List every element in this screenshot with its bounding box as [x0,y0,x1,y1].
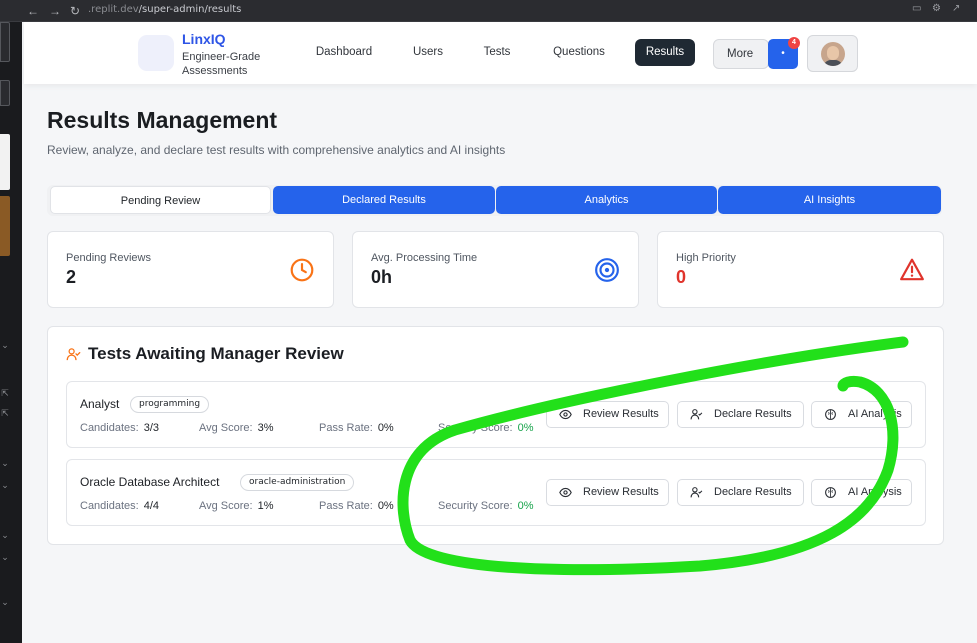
stat-value: 2 [66,267,77,287]
brain-icon [825,487,836,498]
nav-users[interactable]: Users [402,39,454,66]
stat-value: 0h [371,267,393,287]
declare-results-button[interactable]: Declare Results [677,479,804,506]
stat-card-avg-processing-time: Avg. Processing Time 0h [352,231,639,308]
tools-icon[interactable]: ⚙ [932,3,941,14]
alert-triangle-icon [900,258,924,281]
tab-pending-review[interactable]: Pending Review [50,186,271,214]
rail-panel [0,196,10,256]
candidates-metric: Candidates: 4/4 [80,500,160,512]
logo-icon[interactable] [138,35,174,71]
button-label: Declare Results [714,486,792,498]
link-icon[interactable]: ⇱ [0,408,10,419]
panel-title: Tests Awaiting Manager Review [88,344,344,363]
avg-score-metric: Avg Score: 1% [199,500,274,512]
candidates-metric: Candidates: 3/3 [80,422,160,434]
url-path: /super-admin/results [138,4,242,15]
stat-label: High Priority [676,252,736,264]
ai-analysis-button[interactable]: AI Analysis [811,479,912,506]
security-score-metric: Security Score: 0% [438,422,534,434]
forward-icon[interactable]: → [48,3,62,19]
clock-icon [290,258,314,282]
awaiting-review-panel: Tests Awaiting Manager Review Analyst pr… [47,326,944,545]
button-label: Review Results [583,408,659,420]
user-check-icon [690,487,703,498]
review-results-button[interactable]: Review Results [546,479,669,506]
results-tabs: Pending Review Declared Results Analytic… [47,185,942,216]
address-bar[interactable]: .replit.dev/super-admin/results [88,3,241,17]
pass-rate-metric: Pass Rate: 0% [319,422,394,434]
more-menu-button[interactable]: More [713,39,769,69]
avg-score-metric: Avg Score: 3% [199,422,274,434]
chevron-down-icon[interactable]: ⌄ [0,530,10,541]
rail-panel [0,22,10,62]
chevron-down-icon[interactable]: ⌄ [0,340,10,351]
tab-declared-results[interactable]: Declared Results [273,186,495,214]
brand-name[interactable]: LinxIQ [182,31,226,47]
review-results-button[interactable]: Review Results [546,401,669,428]
tab-analytics[interactable]: Analytics [496,186,717,214]
rail-panel [0,134,10,190]
stat-card-high-priority: High Priority 0 [657,231,944,308]
user-check-icon [66,348,81,361]
ai-analysis-button[interactable]: AI Analysis [811,401,912,428]
stat-label: Pending Reviews [66,252,151,264]
stat-card-pending-reviews: Pending Reviews 2 [47,231,334,308]
brain-icon [825,409,836,420]
page-title: Results Management [47,107,278,133]
chevron-down-icon[interactable]: ⌄ [0,552,10,563]
test-row: Oracle Database Architect oracle-adminis… [66,459,926,526]
url-host: .replit.dev [88,4,139,15]
app-viewport: LinxIQ Engineer-Grade Assessments Dashbo… [22,22,977,643]
security-score-metric: Security Score: 0% [438,500,534,512]
profile-button[interactable] [807,35,858,72]
stat-label: Avg. Processing Time [371,252,478,264]
pass-rate-metric: Pass Rate: 0% [319,500,394,512]
tab-ai-insights[interactable]: AI Insights [718,186,941,214]
chevron-down-icon[interactable]: ⌄ [0,458,10,469]
nav-dashboard[interactable]: Dashboard [306,39,382,66]
button-label: AI Analysis [848,486,902,498]
link-icon[interactable]: ⇱ [0,388,10,399]
stat-value: 0 [676,267,687,287]
devices-icon[interactable]: ▭ [912,3,921,14]
chevron-down-icon[interactable]: ⌄ [0,597,10,608]
editor-left-rail: ⌄ ⇱ ⇱ ⌄ ⌄ ⌄ ⌄ ⌄ [0,22,22,643]
user-check-icon [690,409,703,420]
button-label: AI Analysis [848,408,902,420]
reload-icon[interactable]: ↻ [68,3,82,19]
back-icon[interactable]: ← [26,3,40,19]
test-name: Oracle Database Architect [80,475,220,489]
button-label: Declare Results [714,408,792,420]
target-icon [595,258,619,282]
rail-panel [0,80,10,106]
nav-questions[interactable]: Questions [538,39,620,66]
page-subtitle: Review, analyze, and declare test result… [47,143,506,157]
test-name: Analyst [80,397,120,411]
declare-results-button[interactable]: Declare Results [677,401,804,428]
test-row: Analyst programming Candidates: 3/3 Avg S… [66,381,926,448]
category-badge: programming [130,396,210,413]
chevron-down-icon[interactable]: ⌄ [0,480,10,491]
avatar [821,42,845,66]
nav-tests[interactable]: Tests [474,39,520,66]
notification-count-badge: 4 [788,37,800,49]
browser-toolbar: ← → ↻ .replit.dev/super-admin/results ▭ … [0,0,977,22]
external-link-icon[interactable]: ↗ [952,3,960,14]
eye-icon [559,409,572,420]
top-header: LinxIQ Engineer-Grade Assessments Dashbo… [24,22,977,84]
eye-icon [559,487,572,498]
nav-results[interactable]: Results [635,39,695,66]
category-badge: oracle-administration [240,474,355,491]
brand-tagline: Engineer-Grade Assessments [182,51,261,77]
button-label: Review Results [583,486,659,498]
